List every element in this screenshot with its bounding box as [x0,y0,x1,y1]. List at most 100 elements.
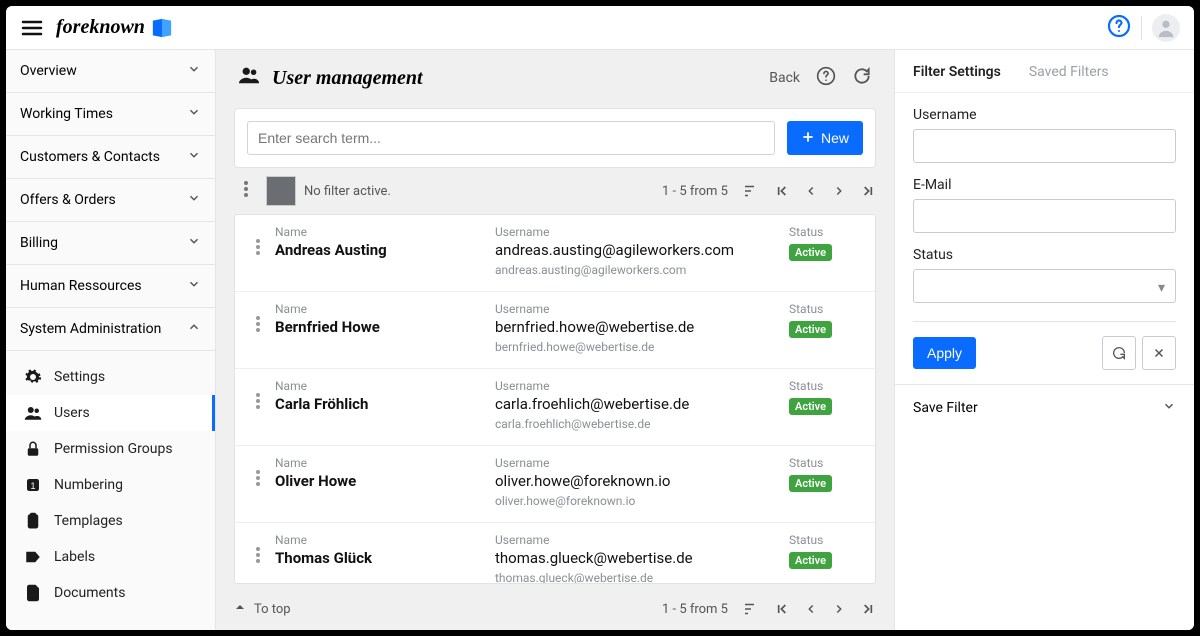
clear-button[interactable] [1142,336,1176,370]
user-username: bernfried.howe@webertise.de [495,318,789,336]
column-name-label: Name [275,379,495,393]
user-email: thomas.glueck@webertise.de [495,571,789,584]
pager-text: 1 - 5 from 5 [662,184,728,199]
column-username-label: Username [495,379,789,393]
filter-email-input[interactable] [913,199,1176,233]
status-badge: Active [789,552,832,569]
column-name-label: Name [275,456,495,470]
chevron-down-icon [187,105,201,123]
user-name: Andreas Austing [275,241,495,259]
topbar-separator [1141,16,1142,40]
more-icon[interactable] [234,181,258,201]
row-more-icon[interactable] [241,533,275,567]
brand: foreknown [56,16,173,39]
new-button-label: New [821,130,849,146]
nav-item-label: Users [54,405,90,421]
nav-item-settings[interactable]: Settings [6,359,215,395]
number-icon: 1 [24,476,42,494]
row-more-icon[interactable] [241,225,275,259]
user-email: oliver.howe@foreknown.io [495,494,789,508]
avatar[interactable] [1152,14,1180,42]
table-row[interactable]: NameBernfried HoweUsernamebernfried.howe… [235,292,875,369]
filter-icon[interactable] [266,176,296,206]
next-page-icon[interactable] [832,602,846,616]
row-more-icon[interactable] [241,302,275,336]
nav-item-numbering[interactable]: 1 Numbering [6,467,215,503]
apply-button[interactable]: Apply [913,337,976,369]
tab-saved-filters[interactable]: Saved Filters [1029,64,1109,80]
new-button[interactable]: New [787,121,863,155]
reset-button[interactable] [1102,336,1136,370]
first-page-icon[interactable] [774,601,790,617]
plus-icon [801,130,815,147]
nav-overview[interactable]: Overview [6,50,215,93]
nav-billing[interactable]: Billing [6,222,215,265]
status-label: Status [913,247,1176,263]
clipboard-icon [24,512,42,530]
to-top-button[interactable]: To top [234,601,662,617]
sort-icon[interactable] [742,182,760,200]
filter-status-select[interactable]: ▾ [913,269,1176,303]
table-row[interactable]: NameOliver HoweUsernameoliver.howe@forek… [235,446,875,523]
next-page-icon[interactable] [832,184,846,198]
nav-item-label: Settings [54,369,105,385]
nav-item-users[interactable]: Users [6,395,215,431]
nav-system-administration[interactable]: System Administration [6,308,215,351]
tab-filter-settings[interactable]: Filter Settings [913,64,1001,80]
help-icon[interactable] [816,66,836,90]
nav-item-templages[interactable]: Templages [6,503,215,539]
pager-text: 1 - 5 from 5 [662,602,728,617]
prev-page-icon[interactable] [804,184,818,198]
brand-logo-icon [151,17,173,39]
gear-icon [24,368,42,386]
nav-label: Customers & Contacts [20,149,160,165]
save-filter-toggle[interactable]: Save Filter [895,384,1194,431]
column-status-label: Status [789,379,869,393]
column-status-label: Status [789,533,869,547]
row-more-icon[interactable] [241,379,275,413]
first-page-icon[interactable] [774,183,790,199]
search-input[interactable] [247,121,775,155]
back-button[interactable]: Back [769,70,800,86]
column-username-label: Username [495,533,789,547]
nav-label: Human Ressources [20,278,142,294]
nav-item-label: Permission Groups [54,441,173,457]
user-username: thomas.glueck@webertise.de [495,549,789,567]
divider [913,321,1176,322]
svg-text:1: 1 [30,481,35,491]
user-username: oliver.howe@foreknown.io [495,472,789,490]
last-page-icon[interactable] [860,601,876,617]
chevron-down-icon [187,148,201,166]
user-username: andreas.austing@agileworkers.com [495,241,789,259]
table-row[interactable]: NameCarla FröhlichUsernamecarla.froehlic… [235,369,875,446]
nav-item-labels[interactable]: Labels [6,539,215,575]
help-icon[interactable] [1107,14,1131,42]
main-content: User management Back New [216,50,894,630]
nav-item-permission-groups[interactable]: Permission Groups [6,431,215,467]
last-page-icon[interactable] [860,183,876,199]
chevron-down-icon [1162,399,1176,417]
nav-item-label: Numbering [54,477,123,493]
nav-offers-orders[interactable]: Offers & Orders [6,179,215,222]
nav-item-label: Templages [54,513,123,529]
nav-working-times[interactable]: Working Times [6,93,215,136]
column-username-label: Username [495,302,789,316]
nav-item-label: Documents [54,585,125,601]
filter-status-text: No filter active. [304,184,391,199]
nav-customers-contacts[interactable]: Customers & Contacts [6,136,215,179]
refresh-icon[interactable] [852,66,872,90]
filter-username-input[interactable] [913,129,1176,163]
status-badge: Active [789,475,832,492]
nav-human-ressources[interactable]: Human Ressources [6,265,215,308]
brand-name: foreknown [56,16,145,39]
prev-page-icon[interactable] [804,602,818,616]
hamburger-icon[interactable] [20,16,44,40]
table-row[interactable]: NameAndreas AustingUsernameandreas.austi… [235,215,875,292]
nav-item-label: Labels [54,549,95,565]
nav-item-documents[interactable]: Documents [6,575,215,611]
row-more-icon[interactable] [241,456,275,490]
table-row[interactable]: NameThomas GlückUsernamethomas.glueck@we… [235,523,875,584]
sidebar: Overview Working Times Customers & Conta… [6,50,216,630]
user-name: Bernfried Howe [275,318,495,336]
sort-icon[interactable] [742,600,760,618]
